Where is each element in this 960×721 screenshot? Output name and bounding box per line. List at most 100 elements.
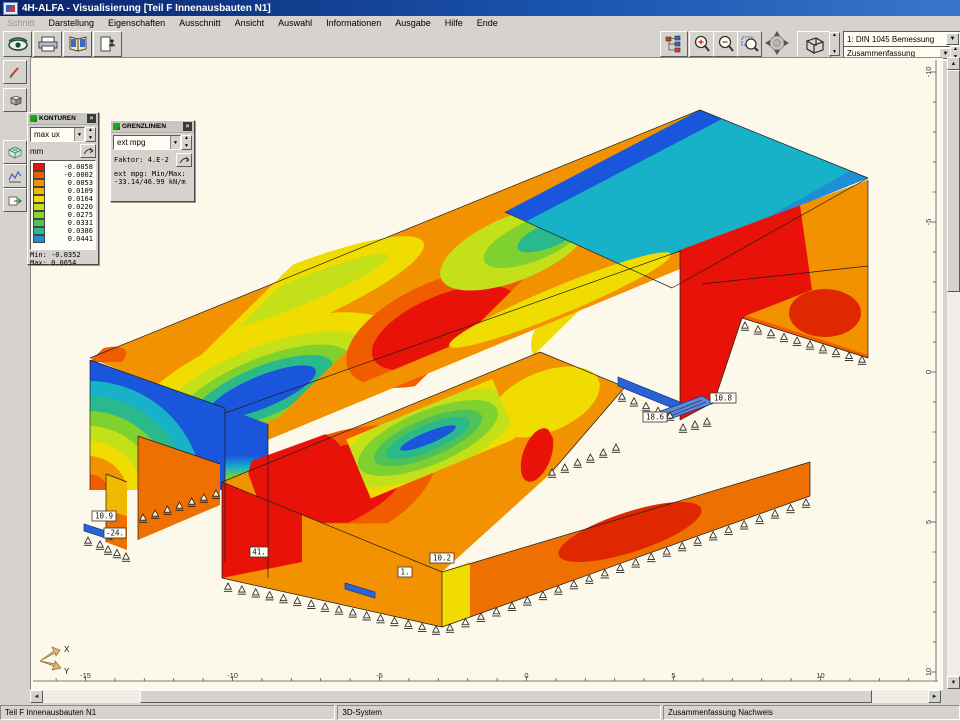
legend-row: 0.0053 [33,179,93,187]
view-spinner[interactable]: ▲▼ [829,32,840,56]
view-3d-button[interactable] [797,31,831,58]
svg-text:-15: -15 [80,671,91,680]
konturen-title-bar[interactable]: KONTUREN × [28,113,98,125]
scroll-left-icon[interactable]: ◄ [30,690,43,703]
konturen-unit-label: mm [30,147,43,156]
legend-value: -0.0002 [48,171,93,179]
app-window: { "window": { "title": "4H-ALFA - Visual… [0,0,960,720]
konturen-panel[interactable]: KONTUREN × max ux ▼ ▲▼ mm -0.0058-0.0002… [27,112,99,265]
mesh-icon [8,146,22,159]
panel-icon [113,123,120,130]
print-button[interactable] [33,31,62,57]
legend-value: 0.0109 [48,187,93,195]
grenzlinien-combo-value: ext mpg [117,138,145,147]
faktor-label: Faktor: 4.E-2 [111,156,172,164]
chevron-down-icon[interactable]: ▼ [946,33,959,45]
close-icon[interactable]: × [87,114,96,123]
menu-informationen[interactable]: Informationen [319,17,388,29]
svg-text:0: 0 [924,370,933,374]
status-cell: Zusammenfassung Nachweis [663,705,960,720]
legend-row: 0.0275 [33,211,93,219]
svg-text:1.: 1. [400,568,409,577]
refresh-arrow-icon[interactable] [80,144,96,158]
zoom-in-icon [693,35,711,53]
export-button[interactable] [3,188,27,212]
status-cell: 3D-System [337,705,661,720]
konturen-max: Max: 0.0654 [28,258,98,268]
legend-value: 0.0441 [48,235,93,243]
legend-swatch [33,195,45,203]
menu-schnitt: Schnitt [0,17,42,29]
scroll-right-icon[interactable]: ► [928,690,941,703]
bemessung-select[interactable]: 1: DIN 1045 Bemessung ▼ [843,31,960,47]
legend-value: 0.0220 [48,203,93,211]
pan-control[interactable] [763,30,792,57]
legend-value: 0.0164 [48,195,93,203]
zoom-in-button[interactable] [689,31,714,57]
menu-ende[interactable]: Ende [470,17,505,29]
report-button[interactable] [63,31,92,57]
printer-icon [38,36,58,52]
svg-text:-5: -5 [376,671,383,680]
vertical-scrollbar[interactable]: ▲ ▼ [947,57,960,689]
exit-door-icon [99,36,117,52]
grenzlinien-spinner[interactable]: ▲▼ [181,135,192,150]
exit-button[interactable] [93,31,122,57]
zoom-window-icon [741,35,759,53]
menu-auswahl[interactable]: Auswahl [271,17,319,29]
legend-swatch [33,235,45,243]
zoom-window-button[interactable] [737,31,762,57]
structure-tree-button[interactable] [660,31,688,57]
legend-value: -0.0058 [48,163,93,171]
grenzlinien-title-bar[interactable]: GRENZLINIEN × [111,121,194,133]
refresh-arrow-icon[interactable] [176,153,192,167]
grenzlinien-title: GRENZLINIEN [122,123,166,130]
chevron-down-icon[interactable]: ▼ [74,128,84,141]
scroll-up-icon[interactable]: ▲ [947,57,960,70]
book-icon [68,36,88,52]
menu-ausgabe[interactable]: Ausgabe [388,17,438,29]
legend-row: -0.0058 [33,163,93,171]
svg-text:10.8: 10.8 [714,394,733,403]
zoom-out-button[interactable] [713,31,738,57]
export-icon [8,194,22,207]
menu-darstellung[interactable]: Darstellung [42,17,102,29]
konturen-result-combo[interactable]: max ux ▼ [30,127,85,142]
legend-value: 0.0275 [48,211,93,219]
grenzlinien-combo[interactable]: ext mpg ▼ [113,135,181,150]
eye-icon [7,36,29,52]
solid-view-button[interactable] [3,88,27,112]
svg-text:10: 10 [816,671,824,680]
legend-swatch [33,171,45,179]
chevron-down-icon[interactable]: ▼ [170,136,180,149]
grenzlinien-panel[interactable]: GRENZLINIEN × ext mpg ▼ ▲▼ Faktor: 4.E-2… [110,120,195,202]
section-line-button[interactable] [3,164,27,188]
scroll-down-icon[interactable]: ▼ [947,676,960,689]
close-icon[interactable]: × [183,122,192,131]
svg-text:41.: 41. [252,548,266,557]
bemessung-select-value: 1: DIN 1045 Bemessung [847,35,934,44]
horizontal-scrollbar[interactable]: ◄ ► [30,690,941,703]
grenzlinien-info1: ext mpg: Min/Max: [111,170,194,178]
legend-value: 0.0386 [48,227,93,235]
mesh-button[interactable] [3,140,27,164]
svg-text:18.6: 18.6 [646,413,665,422]
vscroll-thumb[interactable] [947,70,960,292]
edit-button[interactable] [3,60,27,84]
menu-hilfe[interactable]: Hilfe [438,17,470,29]
pan-icon [763,30,792,57]
konturen-spinner[interactable]: ▲▼ [85,127,96,142]
menu-ansicht[interactable]: Ansicht [228,17,272,29]
legend-row: 0.0220 [33,203,93,211]
menu-eigenschaften[interactable]: Eigenschaften [101,17,172,29]
grenzlinien-info2: -33.14/46.99 kN/m [111,178,194,186]
view-eye-button[interactable] [3,31,32,57]
svg-text:-5: -5 [924,219,933,226]
legend-swatch [33,219,45,227]
legend-row: 0.0386 [33,227,93,235]
legend-row: 0.0441 [33,235,93,243]
hscroll-thumb[interactable] [140,690,872,703]
svg-text:10.2: 10.2 [433,554,451,563]
legend-row: 0.0109 [33,187,93,195]
menu-ausschnitt[interactable]: Ausschnitt [172,17,228,29]
